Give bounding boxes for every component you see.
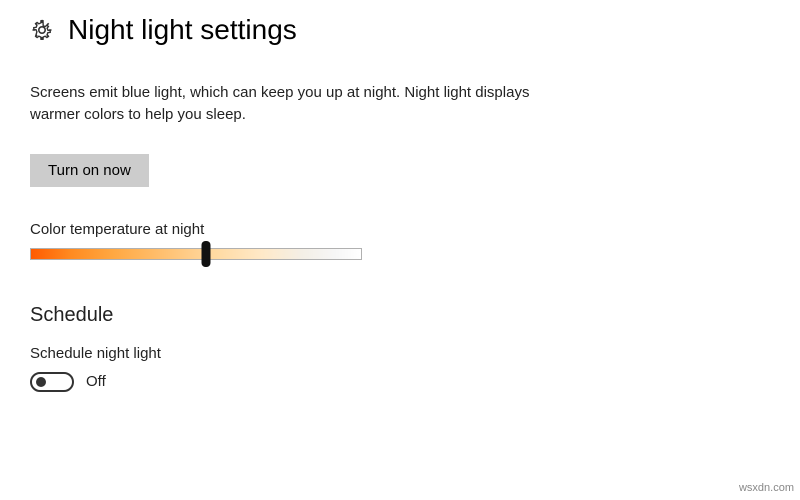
toggle-knob [36,377,46,387]
schedule-toggle-state: Off [86,373,106,390]
slider-thumb[interactable] [201,241,210,267]
color-temperature-slider[interactable] [30,248,362,260]
schedule-toggle[interactable] [30,372,74,392]
schedule-heading: Schedule [30,304,770,327]
turn-on-now-button[interactable]: Turn on now [30,154,149,187]
page-title: Night light settings [68,14,297,46]
slider-track[interactable] [30,248,362,260]
color-temperature-label: Color temperature at night [30,221,770,238]
description-text: Screens emit blue light, which can keep … [30,82,570,126]
schedule-toggle-row: Off [30,372,770,392]
watermark: wsxdn.com [739,482,794,494]
schedule-night-light-label: Schedule night light [30,345,770,362]
gear-icon [30,18,54,42]
header: Night light settings [30,14,770,46]
